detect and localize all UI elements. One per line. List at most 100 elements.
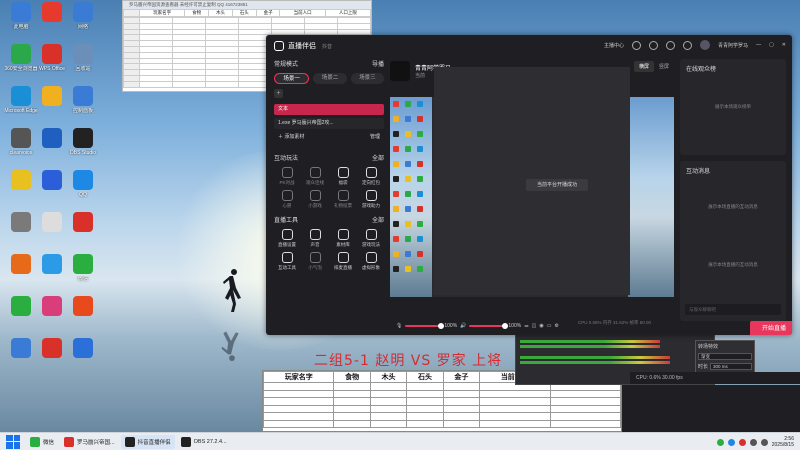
close-icon[interactable]: ✕ <box>782 42 786 48</box>
table-cell[interactable] <box>479 412 551 421</box>
table-cell[interactable] <box>262 397 335 406</box>
qq-tray-icon[interactable] <box>727 438 735 446</box>
gear-icon[interactable]: ⚙ <box>555 323 559 329</box>
table-cell[interactable] <box>442 397 481 406</box>
desktop-icon[interactable]: Microsoft Edge <box>4 86 38 114</box>
source-item[interactable]: 1.exe 罗马蜃兴帝国2攻... <box>274 118 384 129</box>
table-cell[interactable] <box>442 412 481 421</box>
camera-icon[interactable]: ◫ <box>532 323 537 329</box>
table-cell[interactable] <box>369 397 408 406</box>
mic-volume-slider[interactable] <box>405 323 445 329</box>
table-cell[interactable] <box>172 80 206 88</box>
table-cell[interactable] <box>406 397 444 406</box>
guide-toggle[interactable]: 导播 <box>372 59 384 68</box>
table-cell[interactable] <box>442 419 481 428</box>
table-cell[interactable] <box>369 404 408 413</box>
manage-button[interactable]: 管理 <box>370 132 380 143</box>
desktop-icon[interactable] <box>66 338 100 360</box>
scene-tab[interactable]: 场景三 <box>350 73 384 84</box>
desktop-icon[interactable] <box>35 86 69 108</box>
desktop-icon[interactable]: 回收站 <box>66 44 100 72</box>
add-material-button[interactable]: ＋ 添加素材 <box>278 132 304 143</box>
table-cell[interactable] <box>442 404 481 413</box>
table-cell[interactable] <box>479 419 551 428</box>
table-cell[interactable] <box>333 419 371 428</box>
tool-button[interactable]: 直播设置 <box>274 229 300 248</box>
help-icon[interactable] <box>666 40 676 50</box>
desktop-icon[interactable]: WPS Office <box>35 44 69 72</box>
tool-button[interactable]: 小游戏 <box>302 190 328 209</box>
table-cell[interactable] <box>442 389 481 398</box>
live-tools-more-link[interactable]: 全部 <box>372 215 384 224</box>
desktop-icon[interactable]: OBS Studio <box>66 128 100 156</box>
table-cell[interactable] <box>549 404 622 413</box>
table-cell[interactable] <box>369 419 408 428</box>
stream-preview[interactable]: 当前平台开播成功 <box>390 67 674 297</box>
menu-icon[interactable] <box>683 40 693 50</box>
taskbar-app[interactable]: 抖音直播伴侣 <box>120 434 175 449</box>
table-cell[interactable] <box>333 412 371 421</box>
chat-input[interactable]: 与观众聊聊吧 <box>685 304 781 315</box>
desktop-icon[interactable] <box>35 128 69 150</box>
avatar[interactable] <box>700 40 711 50</box>
anchor-center-link[interactable]: 主播中心 <box>604 42 624 49</box>
taskbar-app[interactable]: OBS 27.2.4... <box>177 435 231 449</box>
table-cell[interactable] <box>333 404 371 413</box>
tool-button[interactable]: 虚拟形象 <box>358 252 384 271</box>
scene-tab[interactable]: 场景二 <box>313 73 347 84</box>
table-cell[interactable] <box>262 412 335 421</box>
tool-button[interactable]: 互动工具 <box>274 252 300 271</box>
volume-icon[interactable] <box>760 438 768 446</box>
taskbar-app[interactable]: 罗马蜃兴帝国... <box>60 435 119 449</box>
interact-more-link[interactable]: 全部 <box>372 153 384 162</box>
start-button[interactable] <box>6 434 20 449</box>
desktop-icon[interactable] <box>35 170 69 192</box>
tool-button[interactable]: 游戏玩法 <box>358 229 384 248</box>
screen-icon[interactable]: ▭ <box>547 323 552 329</box>
table-cell[interactable] <box>262 389 335 398</box>
desktop-icon[interactable] <box>35 212 69 234</box>
desktop-icon[interactable]: 网络 <box>66 2 100 30</box>
table-cell[interactable] <box>139 80 173 88</box>
tool-button[interactable]: 声音 <box>302 229 328 248</box>
tool-button[interactable]: 礼物投票 <box>330 190 356 209</box>
desktop-icon[interactable]: clearvoice <box>4 128 38 156</box>
tool-button[interactable]: 素材库 <box>330 229 356 248</box>
scene-tab[interactable]: 场景一 <box>274 73 310 84</box>
table-cell[interactable] <box>406 382 444 391</box>
table-cell[interactable] <box>369 412 408 421</box>
desktop-icon[interactable] <box>35 2 69 24</box>
share-icon[interactable] <box>649 40 659 50</box>
table-cell[interactable] <box>549 389 622 398</box>
desktop-icon[interactable] <box>4 254 38 276</box>
desktop-icon[interactable] <box>66 212 100 234</box>
desktop-icon[interactable]: QQ <box>66 170 100 198</box>
tab-portrait[interactable]: 竖屏 <box>654 61 674 72</box>
table-cell[interactable] <box>549 412 622 421</box>
table-cell[interactable] <box>333 382 371 391</box>
tool-button[interactable]: 定向红包 <box>358 167 384 186</box>
speaker-icon[interactable]: 🔊 <box>460 323 466 329</box>
desktop-icon[interactable] <box>4 170 38 192</box>
mode-select[interactable]: 常规模式 <box>274 59 298 68</box>
desktop-icon[interactable]: 360安全浏览器 <box>4 44 38 72</box>
desktop-icon[interactable]: 微信 <box>66 254 100 282</box>
network-icon[interactable] <box>749 438 757 446</box>
table-cell[interactable] <box>479 404 551 413</box>
table-cell[interactable] <box>406 419 444 428</box>
desktop-icon[interactable] <box>66 296 100 318</box>
tool-button[interactable]: 小气泡 <box>302 252 328 271</box>
tool-button[interactable]: 游戏助力 <box>358 190 384 209</box>
app-tray-icon[interactable] <box>738 438 746 446</box>
table-cell[interactable] <box>262 382 335 391</box>
transition-select[interactable]: 渐变 <box>698 353 752 360</box>
table-cell[interactable] <box>479 397 551 406</box>
tool-button[interactable]: PK对战 <box>274 167 300 186</box>
microphone-icon[interactable]: 🎙 <box>396 323 402 329</box>
tool-button[interactable]: 排麦直播 <box>330 252 356 271</box>
clock[interactable]: 2:56 2025/8/15 <box>772 436 794 448</box>
tool-button[interactable]: 观众连线 <box>302 167 328 186</box>
table-cell[interactable] <box>333 397 371 406</box>
table-cell[interactable] <box>369 382 408 391</box>
table-cell[interactable] <box>205 80 239 88</box>
